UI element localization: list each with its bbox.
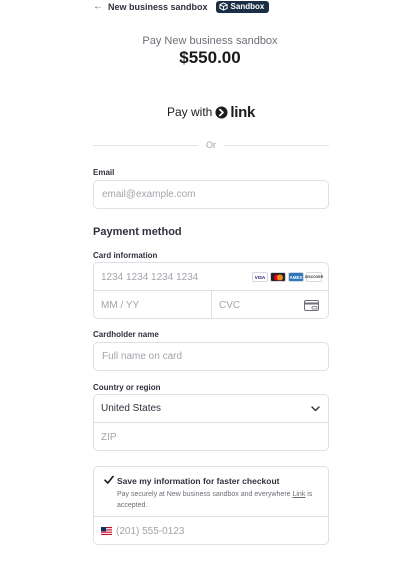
sandbox-badge: Sandbox xyxy=(215,0,270,13)
expiry-input[interactable] xyxy=(94,291,211,319)
or-text: Or xyxy=(206,140,216,150)
cardholder-field-wrapper xyxy=(93,342,329,371)
email-field-wrapper xyxy=(93,180,329,209)
save-info-row: Save my information for faster checkout … xyxy=(94,467,328,517)
pay-with-label: Pay with xyxy=(167,105,213,119)
card-expiry-cvc-row xyxy=(94,291,328,319)
sandbox-badge-label: Sandbox xyxy=(230,2,265,11)
card-number-row: VISA AMEX DISCOVER xyxy=(94,263,328,291)
email-label: Email xyxy=(93,168,115,177)
cardholder-name-label: Cardholder name xyxy=(93,330,159,339)
country-zip-group: United States xyxy=(93,394,329,451)
zip-row xyxy=(94,423,328,451)
us-flag-icon xyxy=(101,527,112,535)
divider-line xyxy=(224,144,329,146)
discover-icon: DISCOVER xyxy=(305,272,323,282)
cvc-cell xyxy=(211,291,328,319)
visa-icon: VISA xyxy=(252,272,268,282)
pay-with-link-button[interactable]: Pay with link xyxy=(93,102,329,122)
cvc-card-icon xyxy=(304,300,319,311)
divider-line xyxy=(93,144,198,146)
phone-input[interactable] xyxy=(94,517,328,545)
link-wordmark: link xyxy=(230,103,255,121)
save-info-group: Save my information for faster checkout … xyxy=(93,466,329,545)
card-information-group: VISA AMEX DISCOVER xyxy=(93,262,329,319)
total-amount: $550.00 xyxy=(179,48,241,67)
cardholder-name-input[interactable] xyxy=(94,343,328,370)
save-info-checkbox[interactable] xyxy=(104,475,114,485)
country-label: Country or region xyxy=(93,383,161,392)
or-divider: Or xyxy=(93,140,329,150)
save-desc-text: Pay securely at New business sandbox and… xyxy=(117,491,293,498)
email-input[interactable] xyxy=(94,181,328,208)
save-info-description: Pay securely at New business sandbox and… xyxy=(117,489,322,511)
sandbox-cube-icon xyxy=(218,2,228,11)
amex-icon: AMEX xyxy=(288,272,304,282)
payment-method-title: Payment method xyxy=(93,226,182,238)
link-arrow-icon xyxy=(215,105,228,119)
link-logo: link xyxy=(215,104,255,121)
card-number-input[interactable] xyxy=(94,263,244,291)
phone-row xyxy=(94,517,328,545)
expiry-cell xyxy=(94,291,211,319)
pay-label: Pay New business sandbox xyxy=(142,35,278,47)
header-bar: ← New business sandbox Sandbox xyxy=(93,0,270,13)
link-learn-more[interactable]: Link xyxy=(292,491,305,498)
card-brands: VISA AMEX DISCOVER xyxy=(252,272,323,282)
card-information-label: Card information xyxy=(93,251,158,260)
back-arrow-icon[interactable]: ← xyxy=(93,1,103,12)
country-value: United States xyxy=(101,403,162,414)
zip-input[interactable] xyxy=(94,423,328,451)
save-info-title: Save my information for faster checkout xyxy=(117,476,280,486)
mastercard-icon xyxy=(270,272,286,282)
chevron-down-icon xyxy=(311,405,320,411)
country-select[interactable]: United States xyxy=(94,395,328,423)
business-name-link[interactable]: New business sandbox xyxy=(108,2,208,12)
